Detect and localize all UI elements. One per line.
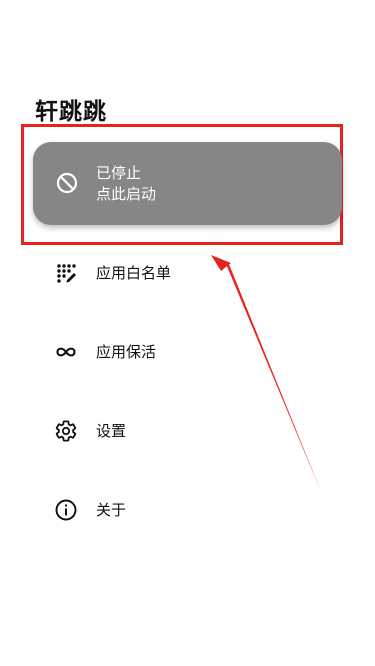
- info-icon: [55, 499, 77, 521]
- menu-item-label: 应用白名单: [96, 264, 172, 282]
- menu-item-label: 设置: [96, 422, 127, 440]
- menu-item-keep-alive[interactable]: 应用保活: [0, 327, 375, 377]
- menu-item-about[interactable]: 关于: [0, 485, 375, 535]
- menu-item-settings[interactable]: 设置: [0, 406, 375, 456]
- dots-grid-icon: [57, 264, 76, 283]
- menu-item-app-whitelist[interactable]: 应用白名单: [0, 248, 375, 298]
- status-action-text: 点此启动: [96, 185, 157, 203]
- menu-item-label: 应用保活: [96, 343, 157, 361]
- block-icon: [56, 172, 78, 194]
- menu-item-label: 关于: [96, 501, 127, 519]
- status-text: 已停止: [96, 164, 142, 182]
- gear-icon: [55, 420, 77, 442]
- app-title: 轩跳跳: [35, 99, 107, 125]
- infinity-icon: [56, 347, 76, 357]
- service-status-card[interactable]: 已停止 点此启动: [33, 142, 342, 225]
